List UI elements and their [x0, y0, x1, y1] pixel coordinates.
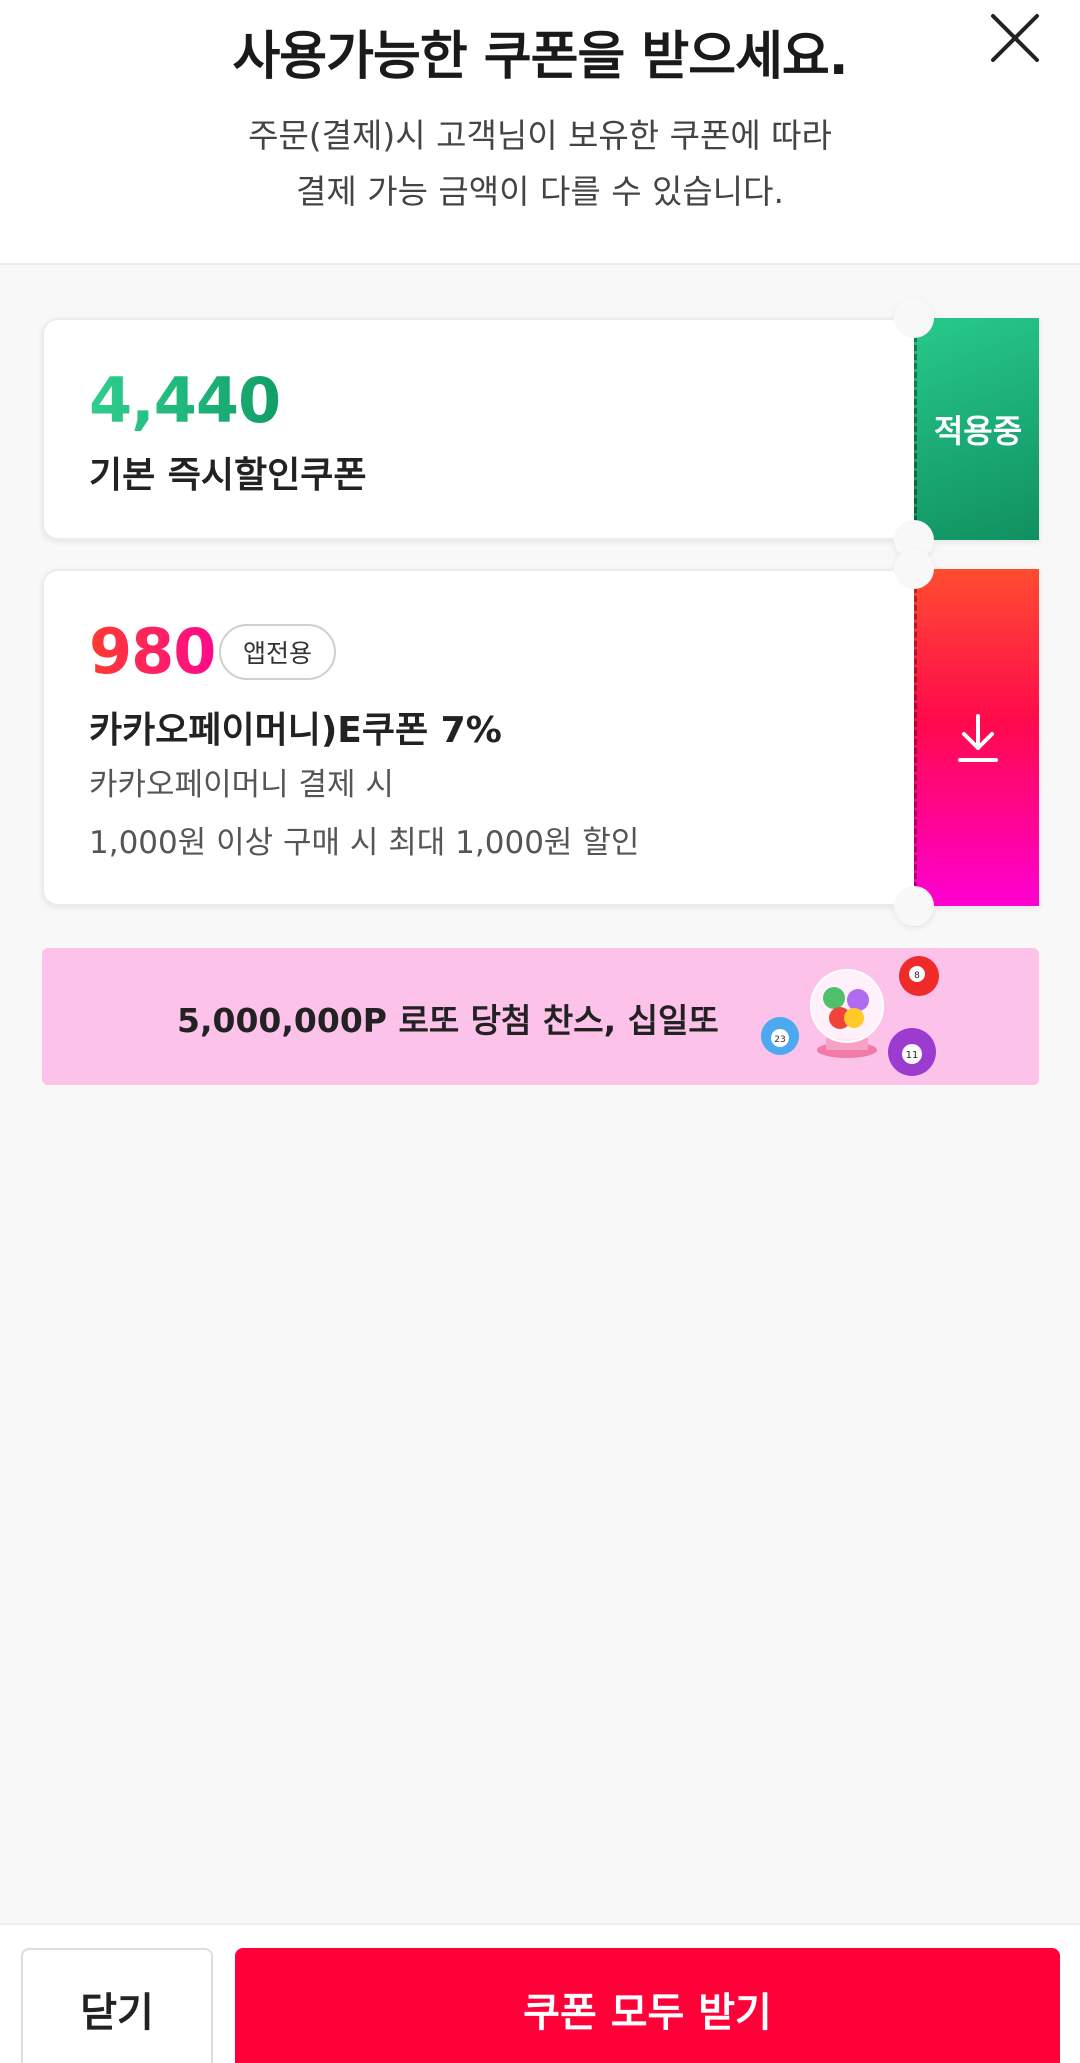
page-title: 사용가능한 쿠폰을 받으세요.	[232, 27, 848, 87]
coupon-notch	[894, 886, 934, 926]
coupon-sheet: 사용가능한 쿠폰을 받으세요. 주문(결제)시 고객님이 보유한 쿠폰에 따라 …	[0, 0, 1080, 2063]
coupon-name: 카카오페이머니)E쿠폰 7%	[89, 710, 502, 751]
lotto-promo-banner[interactable]: 5,000,000P 로또 당첨 찬스, 십일또 23 8 11	[42, 948, 1039, 1085]
coupon-notch	[894, 549, 934, 589]
close-icon	[991, 14, 1039, 62]
ball-number: 8	[914, 971, 920, 981]
coupon-notch	[894, 298, 934, 338]
subtitle-line-1: 주문(결제)시 고객님이 보유한 쿠폰에 따라	[248, 116, 832, 155]
coupon-body: 4,440 기본 즉시할인쿠폰	[42, 318, 914, 540]
coupon-body: 980 앱전용 카카오페이머니)E쿠폰 7% 카카오페이머니 결제 시 1,00…	[42, 569, 914, 906]
coupon-condition-1: 카카오페이머니 결제 시	[89, 767, 394, 803]
coupon-amount: 4,440	[89, 364, 281, 437]
get-all-coupons-button[interactable]: 쿠폰 모두 받기	[235, 1948, 1060, 2063]
coupon-status-tab[interactable]: 적용중	[914, 318, 1039, 540]
close-sheet-button[interactable]: 닫기	[21, 1948, 213, 2063]
bottom-action-bar: 닫기 쿠폰 모두 받기	[0, 1923, 1080, 2063]
download-coupon-button[interactable]	[914, 569, 1039, 906]
subtitle-line-2: 결제 가능 금액이 다를 수 있습니다.	[296, 172, 784, 211]
app-only-badge: 앱전용	[219, 624, 337, 680]
lotto-machine-icon: 23 8 11	[761, 956, 939, 1076]
coupon-card-kakaopay: 980 앱전용 카카오페이머니)E쿠폰 7% 카카오페이머니 결제 시 1,00…	[42, 549, 1039, 926]
ball-number: 23	[774, 1035, 785, 1045]
header: 사용가능한 쿠폰을 받으세요. 주문(결제)시 고객님이 보유한 쿠폰에 따라 …	[0, 0, 1080, 265]
coupon-card-basic: 4,440 기본 즉시할인쿠폰 적용중	[42, 298, 1039, 560]
page-subtitle: 주문(결제)시 고객님이 보유한 쿠폰에 따라 결제 가능 금액이 다를 수 있…	[0, 108, 1080, 220]
download-icon	[958, 713, 998, 762]
coupon-amount: 980	[89, 615, 216, 688]
applied-status-label: 적용중	[933, 412, 1023, 450]
close-button[interactable]	[985, 8, 1045, 68]
banner-text: 5,000,000P 로또 당첨 찬스, 십일또	[177, 1001, 719, 1040]
coupon-name: 기본 즉시할인쿠폰	[89, 455, 367, 496]
coupon-condition-2: 1,000원 이상 구매 시 최대 1,000원 할인	[89, 825, 640, 861]
ball-number: 11	[906, 1050, 919, 1061]
